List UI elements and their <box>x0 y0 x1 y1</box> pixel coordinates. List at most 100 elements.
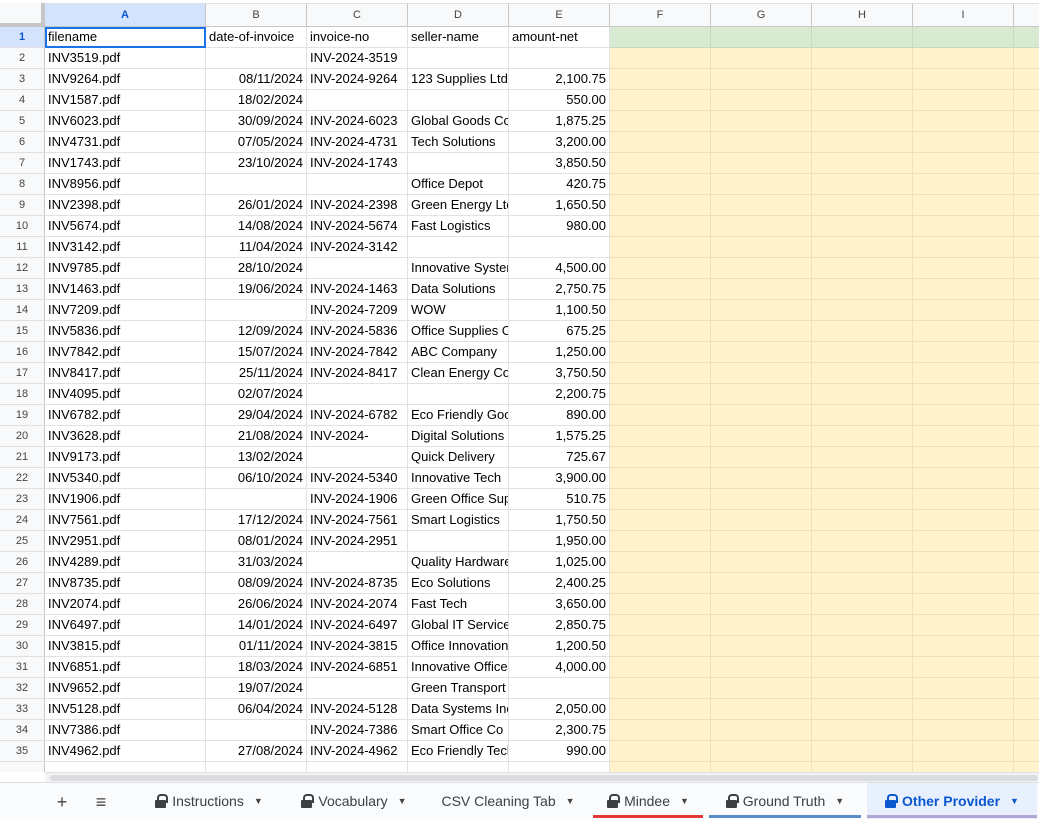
cell-empty[interactable] <box>812 531 913 552</box>
cell-a29[interactable]: INV6497.pdf <box>45 615 206 636</box>
cell-b8[interactable] <box>206 174 307 195</box>
cell-b34[interactable] <box>206 720 307 741</box>
cell-d14[interactable]: WOW <box>408 300 509 321</box>
cell-empty[interactable] <box>1014 258 1039 279</box>
cell-c10[interactable]: INV-2024-5674 <box>307 216 408 237</box>
cell-b29[interactable]: 14/01/2024 <box>206 615 307 636</box>
cell-b17[interactable]: 25/11/2024 <box>206 363 307 384</box>
row-header[interactable]: 32 <box>0 678 45 699</box>
cell-d22[interactable]: Innovative Tech <box>408 468 509 489</box>
cell-empty[interactable] <box>812 510 913 531</box>
cell-empty[interactable] <box>610 27 711 48</box>
cell-a9[interactable]: INV2398.pdf <box>45 195 206 216</box>
cell-empty[interactable] <box>711 741 812 762</box>
cell-empty[interactable] <box>1014 27 1039 48</box>
cell-empty[interactable] <box>509 762 610 772</box>
cell-e9[interactable]: 1,650.50 <box>509 195 610 216</box>
cell-empty[interactable] <box>913 321 1014 342</box>
cell-e27[interactable]: 2,400.25 <box>509 573 610 594</box>
cell-e12[interactable]: 4,500.00 <box>509 258 610 279</box>
cell-empty[interactable] <box>913 27 1014 48</box>
cell-b20[interactable]: 21/08/2024 <box>206 426 307 447</box>
cell-e16[interactable]: 1,250.00 <box>509 342 610 363</box>
cell-e6[interactable]: 3,200.00 <box>509 132 610 153</box>
cell-empty[interactable] <box>913 657 1014 678</box>
cell-a8[interactable]: INV8956.pdf <box>45 174 206 195</box>
column-header-d[interactable]: D <box>408 3 509 27</box>
cell-empty[interactable] <box>711 27 812 48</box>
cell-c22[interactable]: INV-2024-5340 <box>307 468 408 489</box>
cell-c14[interactable]: INV-2024-7209 <box>307 300 408 321</box>
cell-empty[interactable] <box>913 594 1014 615</box>
row-header[interactable]: 10 <box>0 216 45 237</box>
cell-e26[interactable]: 1,025.00 <box>509 552 610 573</box>
cell-empty[interactable] <box>610 636 711 657</box>
row-header[interactable]: 4 <box>0 90 45 111</box>
row-header[interactable]: 30 <box>0 636 45 657</box>
cell-empty[interactable] <box>610 447 711 468</box>
cell-b10[interactable]: 14/08/2024 <box>206 216 307 237</box>
cell-b22[interactable]: 06/10/2024 <box>206 468 307 489</box>
cell-c15[interactable]: INV-2024-5836 <box>307 321 408 342</box>
cell-empty[interactable] <box>1014 384 1039 405</box>
cell-c5[interactable]: INV-2024-6023 <box>307 111 408 132</box>
cell-empty[interactable] <box>610 132 711 153</box>
add-sheet-button[interactable]: + <box>48 789 76 815</box>
cell-a21[interactable]: INV9173.pdf <box>45 447 206 468</box>
cell-e8[interactable]: 420.75 <box>509 174 610 195</box>
row-header[interactable]: 19 <box>0 405 45 426</box>
row-header[interactable]: 15 <box>0 321 45 342</box>
chevron-down-icon[interactable]: ▼ <box>835 796 844 806</box>
cell-e7[interactable]: 3,850.50 <box>509 153 610 174</box>
cell-empty[interactable] <box>812 426 913 447</box>
cell-d4[interactable] <box>408 90 509 111</box>
cell-empty[interactable] <box>610 552 711 573</box>
column-header-c[interactable]: C <box>307 3 408 27</box>
cell-empty[interactable] <box>711 489 812 510</box>
cell-empty[interactable] <box>206 762 307 772</box>
cell-empty[interactable] <box>1014 90 1039 111</box>
cell-d6[interactable]: Tech Solutions <box>408 132 509 153</box>
cell-empty[interactable] <box>812 216 913 237</box>
cell-empty[interactable] <box>610 405 711 426</box>
cell-empty[interactable] <box>1014 762 1039 772</box>
cell-c25[interactable]: INV-2024-2951 <box>307 531 408 552</box>
cell-empty[interactable] <box>610 342 711 363</box>
cell-empty[interactable] <box>913 552 1014 573</box>
cell-empty[interactable] <box>1014 153 1039 174</box>
column-header-partial[interactable] <box>1014 3 1039 27</box>
cell-empty[interactable] <box>610 762 711 772</box>
cell-d19[interactable]: Eco Friendly Goods <box>408 405 509 426</box>
row-header[interactable]: 18 <box>0 384 45 405</box>
cell-empty[interactable] <box>711 447 812 468</box>
cell-d20[interactable]: Digital Solutions <box>408 426 509 447</box>
cell-empty[interactable] <box>610 720 711 741</box>
cell-b27[interactable]: 08/09/2024 <box>206 573 307 594</box>
cell-d33[interactable]: Data Systems Inc <box>408 699 509 720</box>
cell-empty[interactable] <box>711 762 812 772</box>
cell-empty[interactable] <box>711 195 812 216</box>
cell-b2[interactable] <box>206 48 307 69</box>
cell-c30[interactable]: INV-2024-3815 <box>307 636 408 657</box>
cell-a6[interactable]: INV4731.pdf <box>45 132 206 153</box>
cell-empty[interactable] <box>1014 531 1039 552</box>
row-header[interactable]: 33 <box>0 699 45 720</box>
row-header[interactable]: 6 <box>0 132 45 153</box>
cell-empty[interactable] <box>711 321 812 342</box>
cell-empty[interactable] <box>812 552 913 573</box>
cell-e28[interactable]: 3,650.00 <box>509 594 610 615</box>
cell-b31[interactable]: 18/03/2024 <box>206 657 307 678</box>
cell-empty[interactable] <box>711 258 812 279</box>
cell-empty[interactable] <box>1014 69 1039 90</box>
column-header-f[interactable]: F <box>610 3 711 27</box>
row-header[interactable]: 28 <box>0 594 45 615</box>
cell-empty[interactable] <box>610 426 711 447</box>
cell-a34[interactable]: INV7386.pdf <box>45 720 206 741</box>
cell-e19[interactable]: 890.00 <box>509 405 610 426</box>
cell-empty[interactable] <box>711 279 812 300</box>
cell-empty[interactable] <box>711 531 812 552</box>
cell-a3[interactable]: INV9264.pdf <box>45 69 206 90</box>
cell-empty[interactable] <box>1014 678 1039 699</box>
cell-empty[interactable] <box>1014 300 1039 321</box>
cell-c33[interactable]: INV-2024-5128 <box>307 699 408 720</box>
